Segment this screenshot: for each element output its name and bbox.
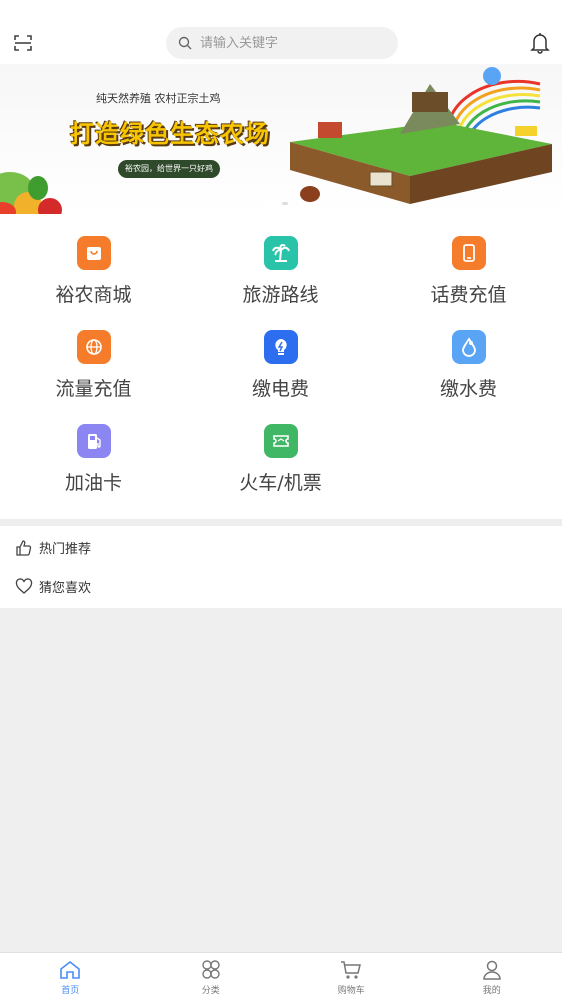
divider — [0, 519, 562, 526]
ticket-icon — [264, 424, 298, 458]
electricity-icon — [264, 330, 298, 364]
service-water-bill[interactable]: 缴水费 — [375, 330, 562, 401]
guess-you-like-row[interactable]: 猜您喜欢 — [15, 577, 91, 596]
user-icon — [480, 959, 504, 981]
home-icon — [58, 959, 82, 981]
banner-title: 打造绿色生态农场 — [70, 114, 270, 149]
bell-icon[interactable] — [530, 32, 550, 54]
top-header — [0, 0, 562, 64]
search-input[interactable] — [198, 35, 382, 52]
category-icon — [199, 959, 223, 981]
carousel-dot-active[interactable] — [262, 202, 278, 205]
service-label: 火车/机票 — [187, 468, 374, 495]
farm-island-image — [290, 64, 562, 214]
service-phone-recharge[interactable]: 话费充值 — [375, 236, 562, 307]
tab-label: 我的 — [483, 983, 501, 996]
scan-icon[interactable] — [13, 33, 33, 53]
service-label: 裕农商城 — [0, 280, 187, 307]
service-data-recharge[interactable]: 流量充值 — [0, 330, 187, 401]
bottom-tab-bar: 首页 分类 购物车 我的 — [0, 952, 562, 1001]
service-label: 流量充值 — [0, 374, 187, 401]
service-yunong-mall[interactable]: 裕农商城 — [0, 236, 187, 307]
heart-icon — [15, 578, 33, 596]
service-label: 旅游路线 — [187, 280, 374, 307]
search-bar[interactable] — [166, 27, 398, 59]
banner-tagline: 裕农园，给世界一只好鸡 — [118, 160, 220, 178]
cart-icon — [339, 959, 363, 981]
tab-label: 首页 — [61, 983, 79, 996]
tab-profile[interactable]: 我的 — [422, 953, 562, 1001]
water-drop-icon — [452, 330, 486, 364]
service-train-flight-tickets[interactable]: 火车/机票 — [187, 424, 374, 495]
bag-icon — [77, 236, 111, 270]
thumbs-up-icon — [15, 539, 33, 557]
service-label: 话费充值 — [375, 280, 562, 307]
search-icon — [178, 36, 192, 50]
data-globe-icon — [77, 330, 111, 364]
promo-banner[interactable]: 纯天然养殖 农村正宗土鸡 打造绿色生态农场 裕农园，给世界一只好鸡 — [0, 64, 562, 214]
tab-label: 分类 — [202, 983, 220, 996]
tab-home[interactable]: 首页 — [0, 953, 141, 1001]
service-electricity-bill[interactable]: 缴电费 — [187, 330, 374, 401]
recommend-section: 热门推荐 猜您喜欢 — [0, 526, 562, 608]
service-travel-routes[interactable]: 旅游路线 — [187, 236, 374, 307]
phone-icon — [452, 236, 486, 270]
banner-subtitle: 纯天然养殖 农村正宗土鸡 — [96, 90, 221, 106]
hot-recommend-row[interactable]: 热门推荐 — [15, 538, 91, 557]
fuel-pump-icon — [77, 424, 111, 458]
guess-you-like-label: 猜您喜欢 — [39, 577, 91, 596]
vegetables-image — [0, 154, 80, 214]
tab-cart[interactable]: 购物车 — [281, 953, 422, 1001]
service-grid: 裕农商城 旅游路线 话费充值 流量充值 缴电费 缴水费 加油卡 — [0, 214, 562, 519]
tab-category[interactable]: 分类 — [141, 953, 282, 1001]
service-label: 缴电费 — [187, 374, 374, 401]
tab-label: 购物车 — [338, 983, 365, 996]
service-fuel-card[interactable]: 加油卡 — [0, 424, 187, 495]
service-label: 缴水费 — [375, 374, 562, 401]
service-label: 加油卡 — [0, 468, 187, 495]
palm-tree-icon — [264, 236, 298, 270]
carousel-dot[interactable] — [282, 202, 288, 205]
carousel-indicator — [262, 202, 288, 205]
hot-recommend-label: 热门推荐 — [39, 538, 91, 557]
